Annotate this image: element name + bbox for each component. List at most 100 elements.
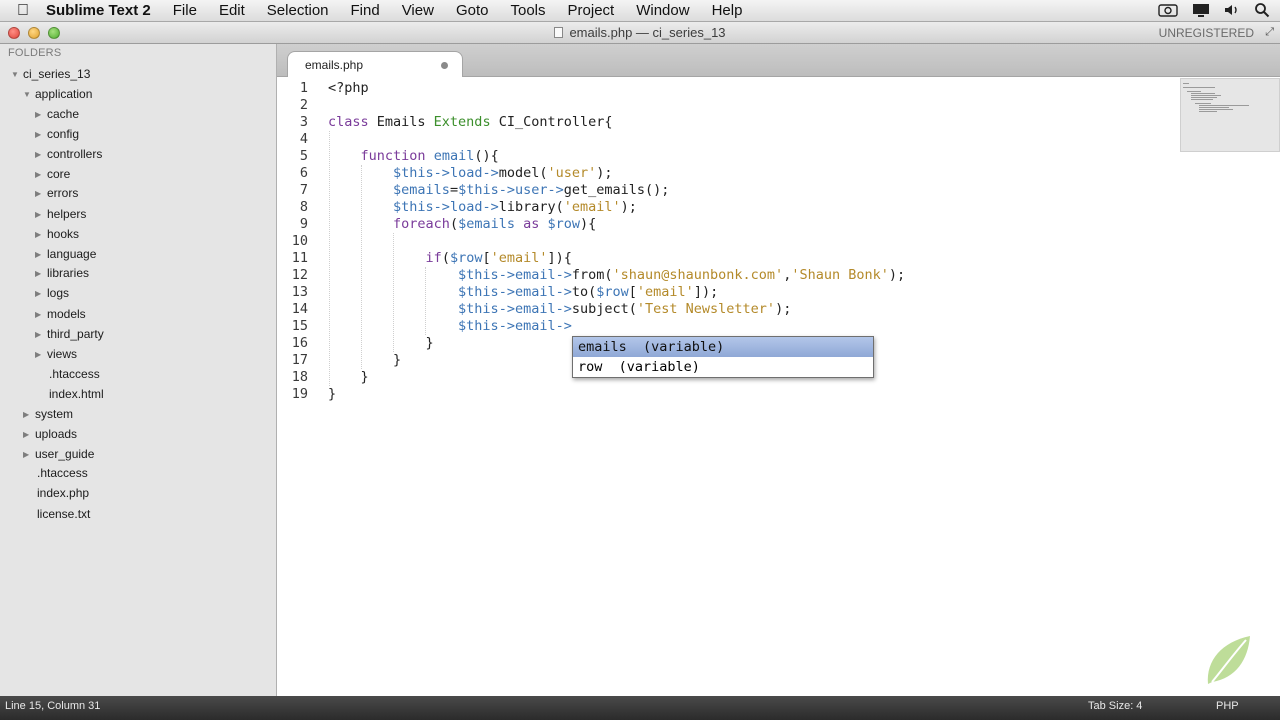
menu-view[interactable]: View — [402, 2, 434, 19]
unsaved-dot-icon[interactable] — [441, 62, 448, 69]
fullscreen-icon[interactable]: ⤢ — [1265, 26, 1274, 39]
sidebar-item-hooks[interactable]: ▶ hooks — [35, 224, 79, 244]
line-number: 12 — [291, 267, 308, 283]
sidebar-item-uploads[interactable]: ▶ uploads — [23, 424, 77, 444]
sidebar-item-cache[interactable]: ▶ cache — [35, 104, 79, 124]
line-number: 11 — [291, 250, 308, 266]
apple-icon[interactable]:  — [0, 2, 46, 20]
sidebar-file-index-html[interactable]: index.html — [49, 384, 104, 404]
display-icon[interactable] — [1192, 3, 1210, 20]
disclosure-closed-icon[interactable]: ▶ — [35, 269, 47, 278]
sidebar-item-ci-series-13[interactable]: ▼ ci_series_13 — [11, 64, 90, 84]
code-editor[interactable]: 1 2 3 4 5 6 7 8 9 10 11 12 13 14 15 16 1… — [277, 77, 1280, 696]
menu-file[interactable]: File — [173, 2, 197, 19]
code-line[interactable]: function email(){ — [328, 148, 499, 165]
disclosure-closed-icon[interactable]: ▶ — [35, 130, 47, 139]
syntax-selector[interactable]: PHP — [1216, 700, 1239, 712]
disclosure-closed-icon[interactable]: ▶ — [35, 310, 47, 319]
disclosure-closed-icon[interactable]: ▶ — [23, 410, 35, 419]
disclosure-open-icon[interactable]: ▼ — [11, 70, 23, 79]
sidebar-item-logs[interactable]: ▶ logs — [35, 283, 69, 303]
autocomplete-item-row[interactable]: row (variable) — [573, 357, 873, 377]
sidebar-item-label: language — [47, 247, 97, 261]
disclosure-closed-icon[interactable]: ▶ — [35, 210, 47, 219]
sidebar-item-user-guide[interactable]: ▶ user_guide — [23, 444, 94, 464]
sidebar-item-label: system — [35, 407, 74, 421]
code-line[interactable]: <?php — [328, 80, 369, 97]
disclosure-closed-icon[interactable]: ▶ — [35, 170, 47, 179]
line-number: 7 — [299, 182, 308, 198]
disclosure-closed-icon[interactable]: ▶ — [35, 289, 47, 298]
menu-help[interactable]: Help — [712, 2, 743, 19]
window-title-bar: emails.php — ci_series_13 UNREGISTERED ⤢ — [0, 22, 1280, 44]
disclosure-closed-icon[interactable]: ▶ — [35, 350, 47, 359]
code-line[interactable]: if($row['email']){ — [328, 250, 572, 267]
disclosure-closed-icon[interactable]: ▶ — [35, 250, 47, 259]
code-line[interactable]: $this->load->model('user'); — [328, 165, 613, 182]
sidebar-item-label: logs — [47, 286, 70, 300]
sidebar-item-errors[interactable]: ▶ errors — [35, 183, 78, 203]
sidebar-item-config[interactable]: ▶ config — [35, 124, 79, 144]
sidebar-item-controllers[interactable]: ▶ controllers — [35, 144, 102, 164]
menu-tools[interactable]: Tools — [510, 2, 545, 19]
code-line[interactable]: } — [328, 335, 434, 352]
code-line[interactable]: } — [328, 386, 336, 403]
code-line[interactable]: $this->email->subject('Test Newsletter')… — [328, 301, 791, 318]
sidebar-item-label: third_party — [47, 327, 104, 341]
tab-size-selector[interactable]: Tab Size: 4 — [1088, 700, 1142, 712]
line-number: 5 — [299, 148, 308, 164]
sidebar-item-label: config — [47, 127, 80, 141]
menu-find[interactable]: Find — [351, 2, 380, 19]
menu-goto[interactable]: Goto — [456, 2, 489, 19]
code-line-current[interactable]: $this->email-> — [328, 318, 572, 335]
minimap[interactable] — [1180, 78, 1280, 152]
sidebar-file-index-php[interactable]: index.php — [37, 483, 89, 503]
code-line[interactable]: $this->email->from('shaun@shaunbonk.com'… — [328, 267, 905, 284]
menu-selection[interactable]: Selection — [267, 2, 329, 19]
disclosure-open-icon[interactable]: ▼ — [23, 90, 35, 99]
tab-emails-php[interactable]: emails.php — [287, 51, 463, 78]
sidebar-item-helpers[interactable]: ▶ helpers — [35, 204, 86, 224]
sidebar-item-label: errors — [47, 186, 79, 200]
sidebar-item-label: controllers — [47, 147, 103, 161]
menu-app-name[interactable]: Sublime Text 2 — [46, 2, 151, 19]
sidebar-item-libraries[interactable]: ▶ libraries — [35, 263, 89, 283]
autocomplete-item-emails[interactable]: emails (variable) — [573, 337, 873, 357]
sidebar-item-system[interactable]: ▶ system — [23, 404, 73, 424]
code-line[interactable]: foreach($emails as $row){ — [328, 216, 596, 233]
sidebar-item-language[interactable]: ▶ language — [35, 244, 96, 264]
camera-icon[interactable] — [1158, 3, 1178, 20]
line-number: 16 — [291, 335, 308, 351]
sidebar-item-models[interactable]: ▶ models — [35, 304, 86, 324]
volume-icon[interactable] — [1224, 3, 1240, 20]
code-line[interactable]: } — [328, 369, 369, 386]
sidebar-item-third-party[interactable]: ▶ third_party — [35, 324, 104, 344]
code-line[interactable]: $emails=$this->user->get_emails(); — [328, 182, 669, 199]
sidebar-item-label: hooks — [47, 227, 80, 241]
sidebar-item-label: models — [47, 307, 86, 321]
menu-edit[interactable]: Edit — [219, 2, 245, 19]
sidebar-file-license-txt[interactable]: license.txt — [37, 504, 90, 524]
line-number: 17 — [291, 352, 308, 368]
menu-project[interactable]: Project — [568, 2, 615, 19]
code-line[interactable]: $this->email->to($row['email']); — [328, 284, 718, 301]
code-line[interactable]: } — [328, 352, 401, 369]
sidebar-file-root-htaccess[interactable]: .htaccess — [37, 463, 88, 483]
code-line[interactable]: $this->load->library('email'); — [328, 199, 637, 216]
disclosure-closed-icon[interactable]: ▶ — [35, 230, 47, 239]
disclosure-closed-icon[interactable]: ▶ — [23, 450, 35, 459]
disclosure-closed-icon[interactable]: ▶ — [35, 189, 47, 198]
code-line[interactable]: class Emails Extends CI_Controller{ — [328, 114, 613, 131]
menu-window[interactable]: Window — [636, 2, 689, 19]
disclosure-closed-icon[interactable]: ▶ — [35, 330, 47, 339]
sidebar-item-core[interactable]: ▶ core — [35, 164, 70, 184]
disclosure-closed-icon[interactable]: ▶ — [35, 150, 47, 159]
search-icon[interactable] — [1254, 2, 1270, 21]
sidebar-file-htaccess[interactable]: .htaccess — [49, 364, 100, 384]
sidebar-item-views[interactable]: ▶ views — [35, 344, 77, 364]
disclosure-closed-icon[interactable]: ▶ — [23, 430, 35, 439]
cursor-position: Line 15, Column 31 — [5, 700, 101, 712]
sidebar-item-application[interactable]: ▼ application — [23, 84, 92, 104]
disclosure-closed-icon[interactable]: ▶ — [35, 110, 47, 119]
sidebar-item-label: .htaccess — [37, 466, 88, 480]
